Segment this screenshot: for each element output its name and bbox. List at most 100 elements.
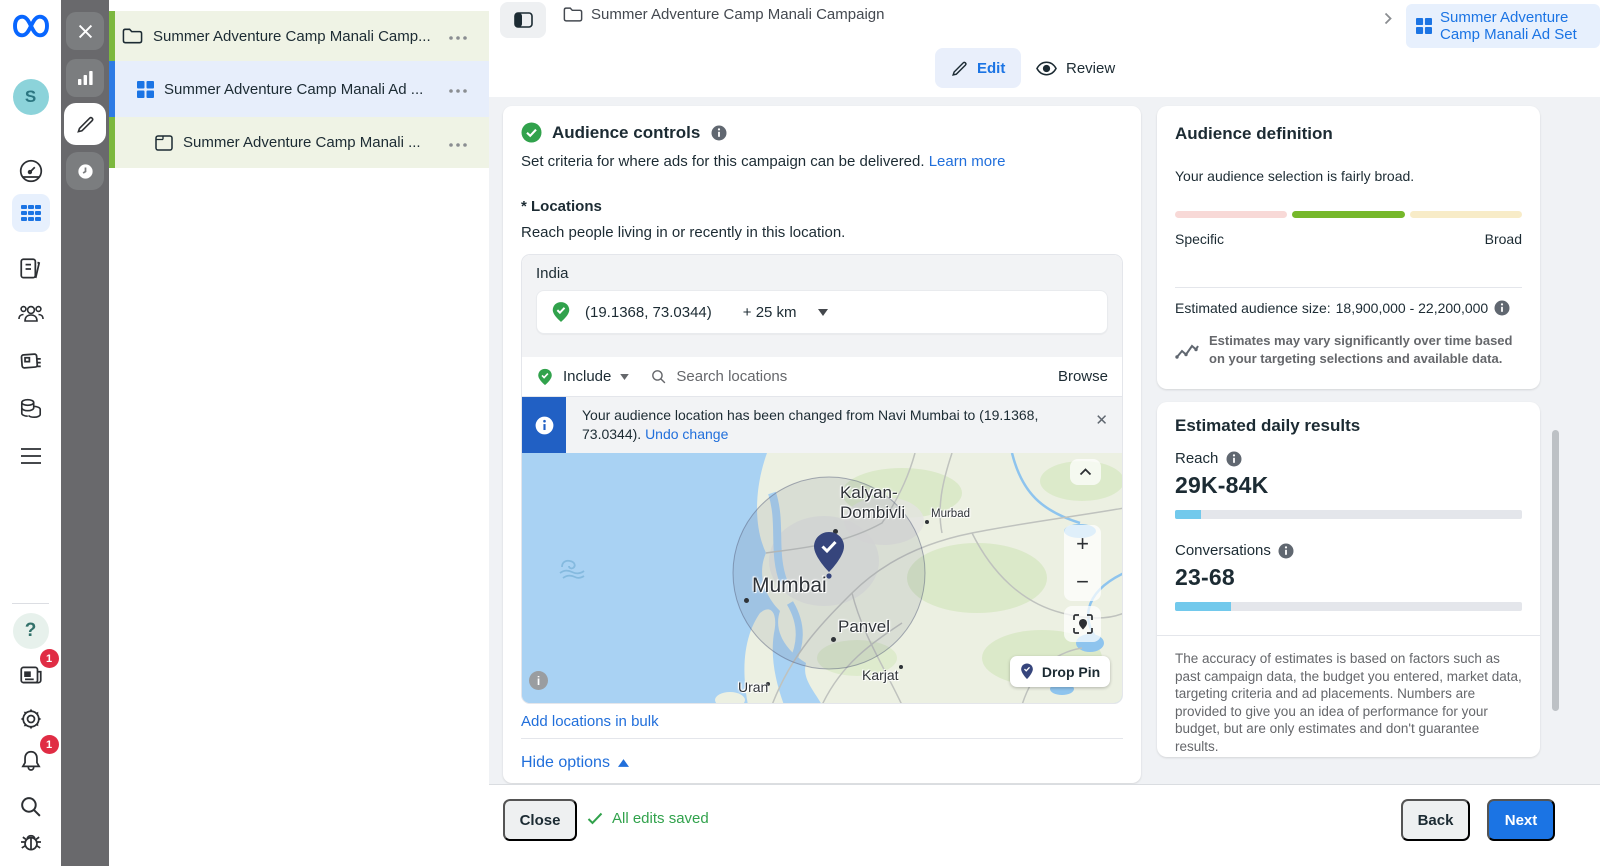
hide-options-label: Hide options xyxy=(521,754,610,772)
city-dot xyxy=(744,598,749,603)
search-icon[interactable] xyxy=(12,787,50,825)
hide-options-link[interactable]: Hide options xyxy=(521,754,629,772)
map-locate-button[interactable] xyxy=(1064,606,1101,642)
news-badge: 1 xyxy=(40,649,59,668)
breadcrumb-campaign[interactable]: Summer Adventure Camp Manali Campaign xyxy=(563,6,884,23)
map-info-icon[interactable]: i xyxy=(529,671,548,690)
city-label-panvel: Panvel xyxy=(838,617,890,637)
performance-chart-icon[interactable] xyxy=(66,59,104,97)
ad-frame-icon xyxy=(155,135,173,151)
edit-pencil-tool[interactable] xyxy=(64,103,106,145)
adset-options-menu[interactable] xyxy=(449,80,467,98)
audience-controls-header: Audience controls xyxy=(521,122,727,143)
tree-row-adset[interactable]: Summer Adventure Camp Manali Ad ... xyxy=(109,61,489,117)
location-pin-check-icon xyxy=(550,301,572,323)
chevron-down-icon[interactable] xyxy=(620,374,629,380)
conversations-value: 23-68 xyxy=(1175,564,1235,591)
check-circle-icon xyxy=(521,122,542,143)
section-subtitle: Set criteria for where ads for this camp… xyxy=(521,153,1005,170)
folder-icon xyxy=(122,27,143,45)
help-button[interactable]: ? xyxy=(13,613,49,649)
meta-logo-icon[interactable] xyxy=(10,10,52,42)
adset-name: Summer Adventure Camp Manali Ad ... xyxy=(164,81,423,98)
search-locations-input[interactable] xyxy=(676,368,1049,385)
eye-icon xyxy=(1036,61,1057,76)
rail-divider xyxy=(12,603,49,604)
history-clock-icon[interactable] xyxy=(66,152,104,190)
info-icon[interactable] xyxy=(1278,542,1295,559)
estimated-daily-results-card: Estimated daily results Reach 29K-84K Co… xyxy=(1157,402,1540,757)
next-button[interactable]: Next xyxy=(1487,799,1555,841)
close-button[interactable]: Close xyxy=(503,799,577,841)
section-title: Audience controls xyxy=(552,123,700,143)
adset-grid-icon xyxy=(1416,18,1432,34)
overview-gauge-icon[interactable] xyxy=(12,152,50,190)
campaign-options-menu[interactable] xyxy=(449,27,467,45)
drop-pin-button[interactable]: Drop Pin xyxy=(1010,656,1110,687)
save-status-label: All edits saved xyxy=(612,810,709,827)
audiences-people-icon[interactable] xyxy=(12,295,50,333)
avatar-initial: S xyxy=(25,87,36,107)
conversations-bar xyxy=(1175,602,1522,611)
campaigns-table-icon[interactable] xyxy=(12,194,50,232)
zoom-in-button[interactable]: + xyxy=(1064,525,1101,563)
user-avatar[interactable]: S xyxy=(13,79,49,115)
page-scrollbar[interactable] xyxy=(1552,430,1559,711)
meter-labels: Specific Broad xyxy=(1175,231,1522,247)
zoom-out-button[interactable]: − xyxy=(1064,563,1101,601)
notifications-bell-icon[interactable]: 1 xyxy=(12,742,50,780)
location-entry[interactable]: (19.1368, 73.0344) + 25 km xyxy=(536,290,1108,334)
radius-value[interactable]: + 25 km xyxy=(743,304,797,321)
location-map[interactable]: Kalyan-Dombivli Murbad Mumbai Panvel Ura… xyxy=(522,453,1123,704)
breadcrumb-adset[interactable]: Summer Adventure Camp Manali Ad Set xyxy=(1406,4,1600,48)
ad-options-menu[interactable] xyxy=(449,134,467,152)
locations-hint: Reach people living in or recently in th… xyxy=(521,224,845,241)
collapse-sidebar-button[interactable] xyxy=(500,2,546,38)
edit-label: Edit xyxy=(977,60,1005,77)
undo-change-link[interactable]: Undo change xyxy=(645,426,728,442)
map-collapse-button[interactable] xyxy=(1070,459,1101,485)
chevron-down-icon[interactable] xyxy=(818,309,828,316)
review-label: Review xyxy=(1066,60,1115,77)
estimates-note-text: Estimates may vary significantly over ti… xyxy=(1209,332,1525,368)
tab-edit[interactable]: Edit xyxy=(935,48,1021,88)
selected-location-section: India (19.1368, 73.0344) + 25 km xyxy=(522,255,1122,357)
reach-bar-fill xyxy=(1175,510,1201,519)
conversations-metric-label: Conversations xyxy=(1175,542,1295,559)
close-editor-button[interactable] xyxy=(66,12,104,50)
estimated-audience-size: Estimated audience size: 18,900,000 - 22… xyxy=(1175,299,1510,316)
learn-more-link[interactable]: Learn more xyxy=(929,153,1006,170)
campaign-tree-panel: Summer Adventure Camp Manali Camp... Sum… xyxy=(109,0,489,866)
ads-reporting-icon[interactable] xyxy=(12,342,50,380)
meter-segment-current xyxy=(1292,211,1404,218)
breadcrumb-adset-label: Summer Adventure Camp Manali Ad Set xyxy=(1440,9,1590,43)
ad-name: Summer Adventure Camp Manali ... xyxy=(183,134,421,151)
info-icon[interactable] xyxy=(710,124,727,141)
updates-news-icon[interactable]: 1 xyxy=(12,656,50,694)
billing-coins-icon[interactable] xyxy=(12,390,50,428)
chevron-up-icon xyxy=(618,759,629,767)
pages-icon[interactable] xyxy=(12,250,50,288)
tree-row-campaign[interactable]: Summer Adventure Camp Manali Camp... xyxy=(109,11,489,61)
results-title: Estimated daily results xyxy=(1175,416,1360,436)
include-dropdown[interactable]: Include xyxy=(563,368,611,385)
tree-row-ad[interactable]: Summer Adventure Camp Manali ... xyxy=(109,117,489,168)
results-disclaimer: The accuracy of estimates is based on fa… xyxy=(1175,650,1523,755)
reach-metric-label: Reach xyxy=(1175,450,1242,467)
info-icon[interactable] xyxy=(1493,299,1510,316)
tab-review[interactable]: Review xyxy=(1022,48,1129,88)
browse-link[interactable]: Browse xyxy=(1058,368,1108,385)
settings-gear-icon[interactable] xyxy=(12,700,50,738)
close-notice-icon[interactable]: ✕ xyxy=(1095,411,1108,429)
info-icon[interactable] xyxy=(1225,450,1242,467)
all-tools-menu-icon[interactable] xyxy=(12,437,50,475)
adset-row-stripe xyxy=(109,61,115,117)
broad-label: Broad xyxy=(1485,231,1522,247)
city-label-uran: Uran xyxy=(738,679,768,695)
report-bug-icon[interactable] xyxy=(12,823,50,861)
notice-text: Your audience location has been changed … xyxy=(566,397,1066,453)
map-pin-icon xyxy=(811,531,847,584)
breadcrumb-campaign-label: Summer Adventure Camp Manali Campaign xyxy=(591,6,884,23)
back-button[interactable]: Back xyxy=(1401,799,1470,841)
add-locations-bulk-link[interactable]: Add locations in bulk xyxy=(521,713,659,730)
